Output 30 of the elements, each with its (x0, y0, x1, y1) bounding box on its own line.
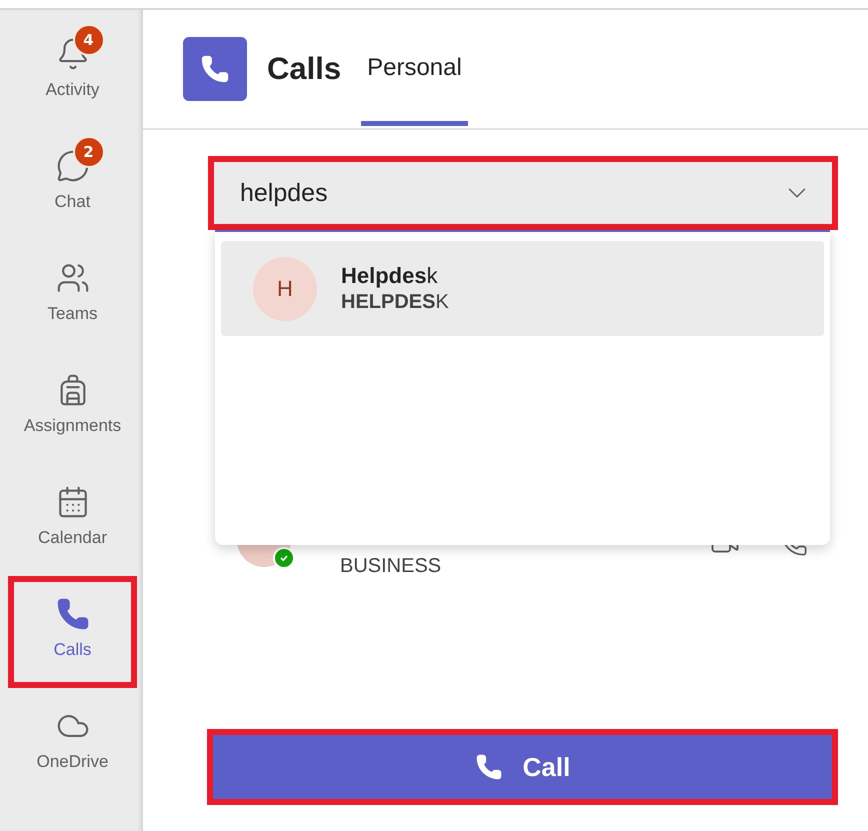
page-title: Calls (267, 51, 342, 87)
nav-label: Calendar (38, 528, 107, 548)
nav-item[interactable]: OneDrive (8, 688, 137, 800)
nav-item[interactable]: 2 Chat (8, 128, 137, 240)
contact-subtitle: HELPDESK (341, 291, 449, 314)
nav-label: Calls (54, 640, 92, 660)
nav-label: OneDrive (36, 752, 108, 772)
contact-subtitle: BUSINESS (340, 555, 442, 578)
count-badge: 4 (72, 24, 104, 56)
nav-item[interactable]: Calendar (8, 464, 137, 576)
avatar: H (253, 256, 317, 320)
nav-item[interactable]: 4 Activity (8, 16, 137, 128)
nav-label: Chat (54, 192, 90, 212)
search-input[interactable]: helpdes (238, 178, 782, 208)
nav-item[interactable]: Calls (8, 576, 137, 688)
nav-item[interactable]: Assignments (8, 352, 137, 464)
phone-icon (56, 597, 90, 631)
nav-item[interactable]: Teams (8, 240, 137, 352)
count-badge: 2 (72, 136, 104, 168)
people-icon (56, 261, 90, 295)
contact-name: Helpdesk (341, 263, 439, 289)
search-field[interactable]: helpdes (208, 156, 838, 230)
nav-label: Activity (46, 80, 100, 100)
call-button[interactable]: Call (207, 729, 838, 805)
nav-label: Teams (47, 304, 98, 324)
calls-logo (183, 37, 247, 101)
nav-label: Assignments (24, 416, 122, 436)
phone-icon (474, 753, 503, 781)
tab[interactable]: Personal (361, 10, 468, 126)
suggestion-item[interactable]: H Helpdesk HELPDESK (221, 241, 824, 336)
